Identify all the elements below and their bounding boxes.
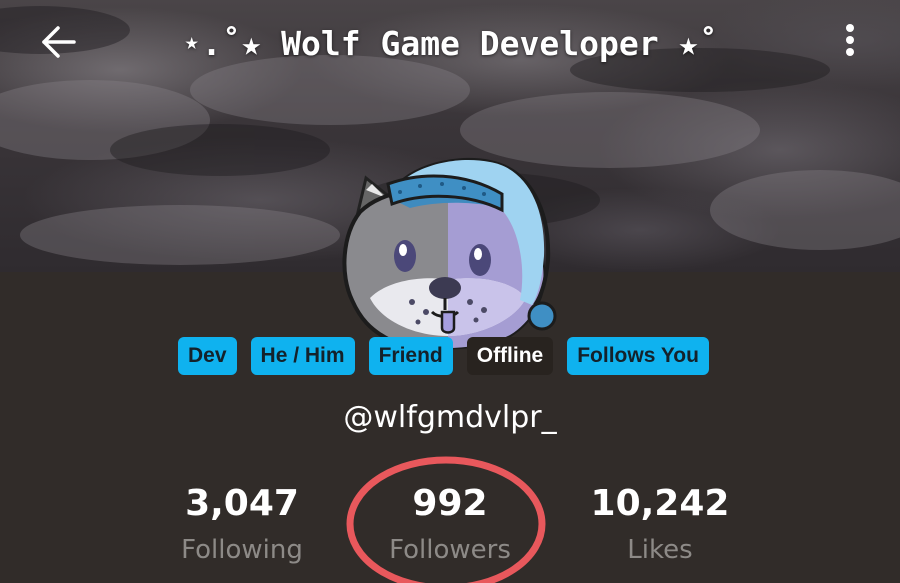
avatar[interactable]: [330, 150, 570, 350]
following-label: Following: [181, 535, 303, 565]
badge-follows-you[interactable]: Follows You: [567, 337, 709, 375]
likes-count: 10,242: [590, 483, 730, 524]
badge-pronouns[interactable]: He / Him: [250, 337, 355, 375]
likes-label: Likes: [627, 535, 693, 565]
badge-friend[interactable]: Friend: [368, 337, 453, 375]
following-count: 3,047: [185, 483, 299, 524]
profile-screen: ⋆.˚★ Wolf Game Developer ★˚ Dev He / Him…: [0, 0, 900, 583]
stat-likes[interactable]: 10,242 Likes: [560, 478, 760, 570]
profile-title: ⋆.˚★ Wolf Game Developer ★˚: [181, 24, 719, 63]
more-vertical-icon: [846, 24, 854, 56]
followers-label: Followers: [389, 535, 511, 565]
stat-followers[interactable]: 992 Followers: [350, 478, 550, 570]
profile-badges: Dev He / Him Friend Offline Follows You: [178, 337, 709, 375]
followers-count: 992: [412, 483, 488, 524]
profile-handle: @wlfgmdvlpr_: [343, 400, 557, 435]
wolf-avatar-image: [342, 157, 557, 350]
more-options-button[interactable]: [830, 18, 870, 62]
stat-following[interactable]: 3,047 Following: [142, 478, 342, 570]
badge-dev[interactable]: Dev: [178, 337, 237, 375]
badge-offline-status: Offline: [466, 337, 554, 375]
